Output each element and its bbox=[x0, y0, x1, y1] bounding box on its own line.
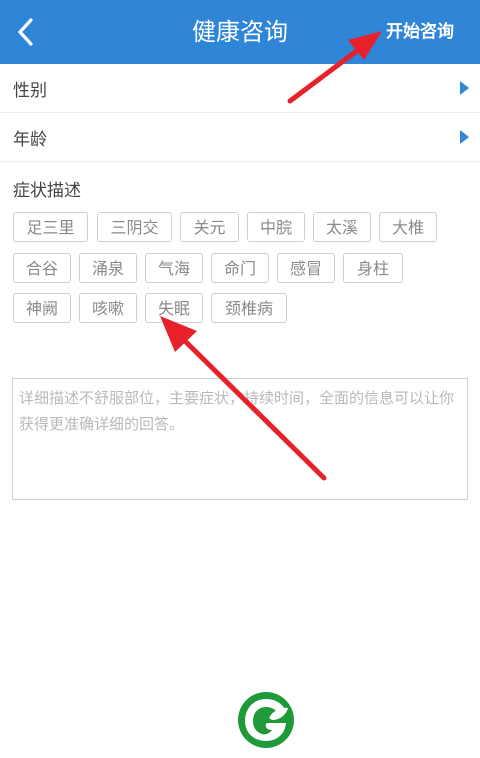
leaf-g-logo bbox=[238, 692, 294, 748]
back-button[interactable] bbox=[8, 12, 44, 52]
gender-label: 性别 bbox=[13, 81, 47, 101]
symptom-tag[interactable]: 气海 bbox=[145, 253, 203, 283]
triangle-right-icon bbox=[460, 130, 469, 144]
symptom-tag[interactable]: 三阴交 bbox=[97, 212, 172, 242]
symptom-tag[interactable]: 合谷 bbox=[13, 253, 71, 283]
age-label: 年龄 bbox=[13, 130, 47, 150]
symptom-label: 症状描述 bbox=[13, 181, 81, 201]
symptom-tag[interactable]: 神阙 bbox=[13, 293, 71, 323]
symptom-tag[interactable]: 足三里 bbox=[13, 212, 88, 242]
symptom-tag[interactable]: 失眠 bbox=[145, 293, 203, 323]
gender-row[interactable]: 性别 bbox=[0, 64, 480, 113]
triangle-right-icon bbox=[460, 81, 469, 95]
symptom-detail-box bbox=[12, 378, 468, 500]
symptom-tag[interactable]: 身柱 bbox=[343, 253, 403, 283]
start-consult-button[interactable]: 开始咨询 bbox=[386, 18, 454, 46]
chevron-left-icon bbox=[18, 18, 33, 46]
symptom-tag[interactable]: 颈椎病 bbox=[211, 293, 287, 323]
symptom-tag[interactable]: 涌泉 bbox=[79, 253, 137, 283]
symptom-tag[interactable]: 咳嗽 bbox=[79, 293, 137, 323]
symptom-tag[interactable]: 命门 bbox=[211, 253, 269, 283]
symptom-tag[interactable]: 太溪 bbox=[313, 212, 371, 242]
symptom-tag[interactable]: 大椎 bbox=[379, 212, 437, 242]
top-bar: 健康咨询 开始咨询 bbox=[0, 0, 480, 64]
age-row[interactable]: 年龄 bbox=[0, 113, 480, 162]
symptom-tag[interactable]: 中脘 bbox=[247, 212, 305, 242]
symptom-detail-input[interactable] bbox=[13, 379, 467, 499]
symptom-tag[interactable]: 关元 bbox=[180, 212, 239, 242]
symptom-tag[interactable]: 感冒 bbox=[277, 253, 335, 283]
